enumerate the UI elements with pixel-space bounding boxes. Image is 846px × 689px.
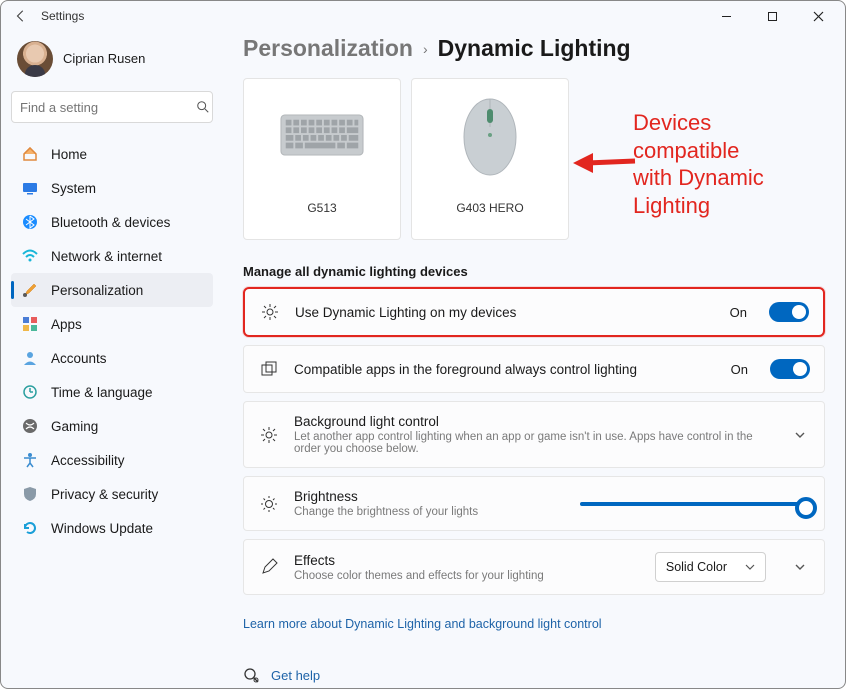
nav-accessibility[interactable]: Accessibility: [11, 443, 213, 477]
window-title: Settings: [37, 9, 84, 23]
search-box[interactable]: [11, 91, 213, 123]
search-icon: [196, 100, 210, 114]
nav-gaming[interactable]: Gaming: [11, 409, 213, 443]
nav-updates[interactable]: Windows Update: [11, 511, 213, 545]
nav-system[interactable]: System: [11, 171, 213, 205]
brush-icon: [21, 281, 39, 299]
row-title: Brightness: [294, 489, 566, 504]
annotation-arrow-icon: [573, 149, 637, 177]
lightbulb-icon: [259, 301, 281, 323]
close-button[interactable]: [795, 1, 841, 31]
row-background-light[interactable]: Background light control Let another app…: [243, 401, 825, 468]
row-subtitle: Let another app control lighting when an…: [294, 431, 766, 455]
profile-name: Ciprian Rusen: [63, 51, 145, 66]
avatar: [17, 41, 53, 77]
row-subtitle: Choose color themes and effects for your…: [294, 570, 641, 582]
pen-icon: [258, 556, 280, 578]
effects-dropdown[interactable]: Solid Color: [655, 552, 766, 582]
nav-network[interactable]: Network & internet: [11, 239, 213, 273]
row-subtitle: Change the brightness of your lights: [294, 506, 566, 518]
nav-personalization[interactable]: Personalization: [11, 273, 213, 307]
chevron-down-icon: [745, 562, 755, 572]
nav-accounts[interactable]: Accounts: [11, 341, 213, 375]
nav-privacy[interactable]: Privacy & security: [11, 477, 213, 511]
row-compatible-apps[interactable]: Compatible apps in the foreground always…: [243, 345, 825, 393]
annotation-text: Devices compatible with Dynamic Lighting: [633, 109, 764, 219]
section-heading: Manage all dynamic lighting devices: [243, 264, 825, 279]
learn-more-link[interactable]: Learn more about Dynamic Lighting and ba…: [243, 617, 825, 631]
chevron-right-icon: ›: [423, 41, 428, 57]
row-title: Background light control: [294, 414, 766, 429]
dropdown-value: Solid Color: [666, 560, 727, 574]
help-icon: [243, 667, 259, 683]
minimize-button[interactable]: [703, 1, 749, 31]
shield-icon: [21, 485, 39, 503]
apps-icon: [21, 315, 39, 333]
device-card-keyboard[interactable]: G513: [243, 78, 401, 240]
gear-icon: [258, 424, 280, 446]
chevron-down-icon[interactable]: [790, 561, 810, 573]
row-effects[interactable]: Effects Choose color themes and effects …: [243, 539, 825, 595]
chevron-down-icon[interactable]: [790, 429, 810, 441]
bluetooth-icon: [21, 213, 39, 231]
mouse-icon: [448, 93, 532, 177]
toggle-compat[interactable]: [770, 359, 810, 379]
sidebar: Ciprian Rusen Home System Bluetooth & de…: [1, 31, 223, 688]
home-icon: [21, 145, 39, 163]
keyboard-icon: [280, 93, 364, 177]
profile-block[interactable]: Ciprian Rusen: [11, 37, 213, 91]
breadcrumb: Personalization › Dynamic Lighting: [243, 35, 825, 62]
device-label: G403 HERO: [456, 201, 523, 215]
page-title: Dynamic Lighting: [438, 35, 631, 62]
accessibility-icon: [21, 451, 39, 469]
wifi-icon: [21, 247, 39, 265]
brightness-icon: [258, 493, 280, 515]
nav-list: Home System Bluetooth & devices Network …: [11, 137, 213, 545]
toggle-use-dl[interactable]: [769, 302, 809, 322]
get-help-link[interactable]: Get help: [243, 667, 825, 683]
search-input[interactable]: [20, 100, 196, 115]
row-title: Compatible apps in the foreground always…: [294, 362, 717, 377]
row-brightness[interactable]: Brightness Change the brightness of your…: [243, 476, 825, 531]
device-card-mouse[interactable]: G403 HERO: [411, 78, 569, 240]
brightness-slider[interactable]: [580, 494, 810, 514]
toggle-state: On: [730, 305, 747, 320]
breadcrumb-parent[interactable]: Personalization: [243, 35, 413, 62]
person-icon: [21, 349, 39, 367]
toggle-state: On: [731, 362, 748, 377]
nav-home[interactable]: Home: [11, 137, 213, 171]
nav-bluetooth[interactable]: Bluetooth & devices: [11, 205, 213, 239]
row-title: Use Dynamic Lighting on my devices: [295, 305, 716, 320]
system-icon: [21, 179, 39, 197]
maximize-button[interactable]: [749, 1, 795, 31]
update-icon: [21, 519, 39, 537]
titlebar: Settings: [1, 1, 845, 31]
layers-icon: [258, 358, 280, 380]
nav-apps[interactable]: Apps: [11, 307, 213, 341]
device-label: G513: [307, 201, 336, 215]
clock-globe-icon: [21, 383, 39, 401]
back-button[interactable]: [5, 1, 37, 31]
row-title: Effects: [294, 553, 641, 568]
row-use-dynamic-lighting[interactable]: Use Dynamic Lighting on my devices On: [243, 287, 825, 337]
nav-time[interactable]: Time & language: [11, 375, 213, 409]
xbox-icon: [21, 417, 39, 435]
